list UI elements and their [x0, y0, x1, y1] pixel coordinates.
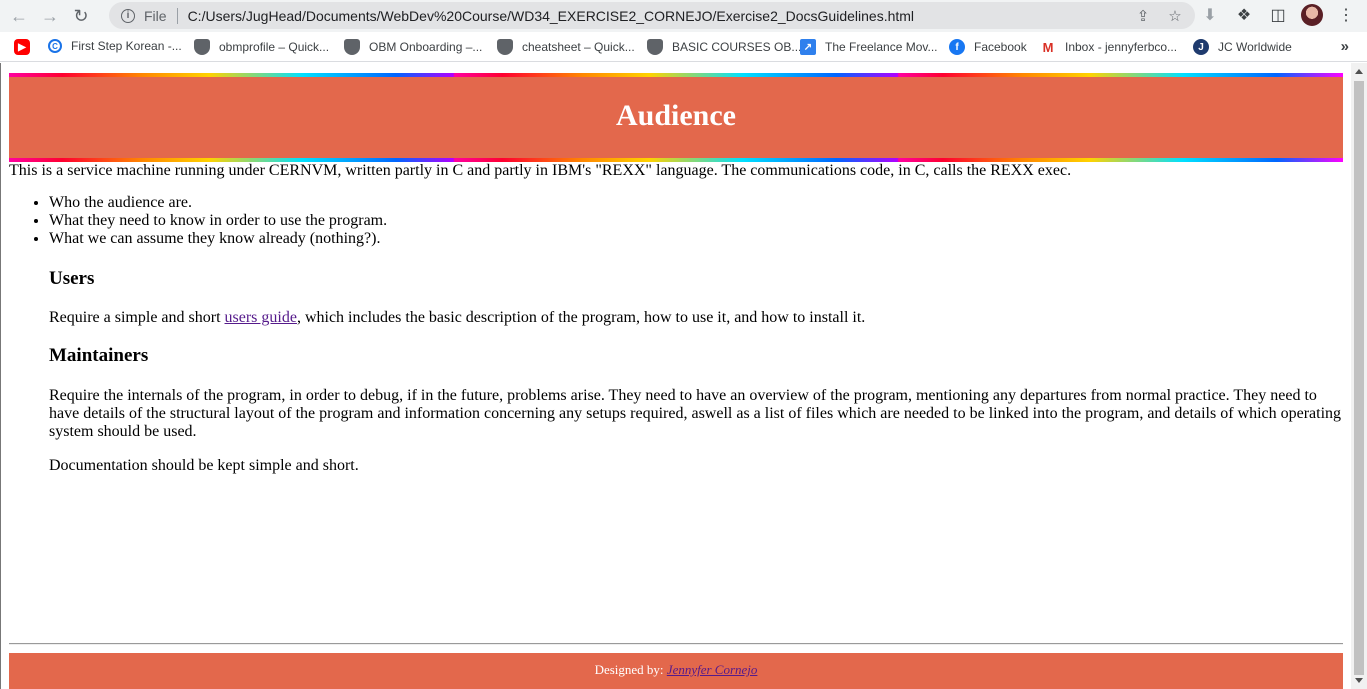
bookmark-label: The Freelance Mov...	[825, 40, 938, 54]
list-item: What we can assume they know already (no…	[49, 230, 387, 248]
page-viewport: Audience This is a service machine runni…	[0, 63, 1351, 689]
jc-icon: J	[1193, 39, 1209, 55]
side-panel-icon[interactable]: ◫	[1267, 4, 1289, 26]
extensions-icon[interactable]: ❖	[1233, 4, 1255, 26]
browser-toolbar: ← → ↻ i File C:/Users/JugHead/Documents/…	[0, 0, 1367, 32]
page-footer: Designed by: Jennyfer Cornejo	[9, 653, 1343, 689]
maintainers-section: Maintainers	[49, 345, 1345, 366]
bookmark-item[interactable]: obmprofile – Quick...	[194, 39, 329, 55]
star-icon[interactable]: ☆	[1163, 7, 1187, 25]
maintainers-text: Require the internals of the program, in…	[49, 387, 1342, 440]
forward-arrow-icon[interactable]: →	[38, 4, 62, 28]
intro-paragraph: This is a service machine running under …	[9, 162, 1072, 179]
back-arrow-icon[interactable]: ←	[7, 4, 31, 28]
shield-icon	[647, 39, 663, 55]
scrollbar-thumb[interactable]	[1354, 81, 1364, 675]
reload-icon[interactable]: ↻	[69, 4, 93, 28]
bookmark-item[interactable]: M Inbox - jennyferbco...	[1040, 39, 1177, 55]
shield-icon	[194, 39, 210, 55]
bookmark-label: cheatsheet – Quick...	[522, 40, 635, 54]
info-icon[interactable]: i	[121, 8, 135, 23]
users-heading: Users	[49, 268, 95, 289]
coursera-icon: C	[48, 39, 62, 53]
menu-kebab-icon[interactable]: ⋮	[1335, 4, 1357, 26]
bookmark-item[interactable]: f Facebook	[949, 39, 1027, 55]
page-header: Audience	[9, 73, 1343, 162]
footer-prefix: Designed by:	[594, 662, 667, 677]
bookmark-label: Inbox - jennyferbco...	[1065, 40, 1178, 54]
address-bar[interactable]: i File C:/Users/JugHead/Documents/WebDev…	[109, 2, 1195, 29]
bookmark-label: First Step Korean -...	[71, 39, 182, 53]
bookmark-label: JC Worldwide	[1218, 40, 1292, 54]
bookmark-label: BASIC COURSES OB...	[672, 40, 802, 54]
bookmark-item[interactable]: ↗ The Freelance Mov...	[800, 39, 938, 55]
list-item: Who the audience are.	[49, 194, 387, 212]
scroll-down-arrow-icon[interactable]	[1355, 678, 1363, 683]
address-separator	[176, 7, 178, 24]
bookmarks-bar: ▶ C First Step Korean -... obmprofile – …	[0, 32, 1367, 62]
vertical-scrollbar[interactable]	[1351, 63, 1367, 689]
bookmark-item[interactable]: cheatsheet – Quick...	[497, 39, 635, 55]
users-guide-link[interactable]: users guide	[225, 309, 297, 326]
youtube-icon: ▶	[14, 39, 30, 55]
facebook-icon: f	[949, 39, 965, 55]
bookmark-label: OBM Onboarding –...	[369, 40, 483, 54]
share-icon[interactable]: ⇪	[1131, 7, 1155, 25]
bookmarks-overflow-button[interactable]: »	[1341, 38, 1349, 55]
page-title: Audience	[616, 99, 736, 132]
list-item: What they need to know in order to use t…	[49, 212, 387, 230]
bookmark-item[interactable]: OBM Onboarding –...	[344, 39, 482, 55]
maintainers-heading: Maintainers	[49, 345, 149, 366]
maintainers-paragraph: Require the internals of the program, in…	[49, 387, 1345, 441]
url-text[interactable]: C:/Users/JugHead/Documents/WebDev%20Cour…	[188, 8, 1131, 24]
closing-paragraph: Documentation should be kept simple and …	[49, 457, 1345, 475]
bookmark-item[interactable]: C First Step Korean -...	[48, 39, 182, 53]
gmail-icon: M	[1040, 39, 1056, 55]
scroll-up-arrow-icon[interactable]	[1355, 69, 1363, 74]
shield-icon	[344, 39, 360, 55]
users-text-after: , which includes the basic description o…	[296, 309, 866, 326]
rainbow-border-top	[9, 73, 1343, 77]
freelance-icon: ↗	[800, 39, 816, 55]
users-section: Users	[49, 268, 1345, 289]
users-paragraph: Require a simple and short users guide, …	[49, 309, 1345, 327]
profile-avatar[interactable]	[1301, 4, 1323, 26]
bookmark-item[interactable]: BASIC COURSES OB...	[647, 39, 801, 55]
bookmark-item[interactable]: J JC Worldwide	[1193, 39, 1292, 55]
users-text-before: Require a simple and short	[49, 309, 225, 326]
audience-list: Who the audience are. What they need to …	[9, 194, 387, 248]
shield-icon	[497, 39, 513, 55]
footer-divider	[9, 643, 1343, 645]
download-icon[interactable]: ⬇	[1199, 4, 1221, 26]
bookmark-label: Facebook	[974, 40, 1027, 54]
file-label: File	[144, 7, 167, 24]
closing-text: Documentation should be kept simple and …	[49, 457, 359, 474]
bookmark-youtube[interactable]: ▶	[14, 39, 39, 55]
bookmark-label: obmprofile – Quick...	[219, 40, 330, 54]
author-link[interactable]: Jennyfer Cornejo	[667, 662, 758, 677]
